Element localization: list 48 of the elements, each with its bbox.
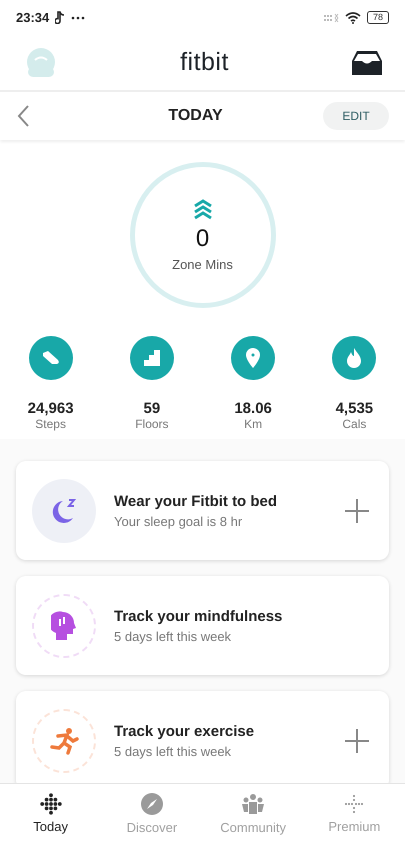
nav-tab[interactable]: Today xyxy=(0,784,102,843)
battery-indicator: 78 xyxy=(366,11,389,24)
stat-value: 59 xyxy=(144,400,160,417)
goal-card[interactable]: Track your mindfulness 5 days left this week xyxy=(16,576,389,675)
stat-label: Km xyxy=(244,417,262,431)
card-title: Track your mindfulness xyxy=(114,608,284,624)
status-time: 23:34 xyxy=(16,10,50,25)
back-chevron-icon[interactable] xyxy=(16,104,30,128)
stat-button[interactable] xyxy=(28,336,73,380)
stat-button[interactable] xyxy=(332,336,376,380)
stat-label: Floors xyxy=(135,417,169,431)
edit-button[interactable]: EDIT xyxy=(323,102,389,130)
card-title: Track your exercise xyxy=(114,722,256,740)
card-subtitle: 5 days left this week xyxy=(114,628,232,644)
goal-card[interactable]: Wear your Fitbit to bed Your sleep goal is 8 hr xyxy=(16,461,389,560)
inbox-icon[interactable] xyxy=(350,50,383,76)
goal-card[interactable]: Track your exercise 5 days left this week xyxy=(16,691,389,783)
stat-button[interactable] xyxy=(231,336,276,380)
dots-logo-icon xyxy=(343,793,366,815)
wifi-icon xyxy=(344,11,361,24)
stat-label: Steps xyxy=(35,417,66,431)
flame-icon xyxy=(345,347,364,369)
card-subtitle: Your sleep goal is 8 hr xyxy=(114,514,244,528)
card-subtitle: 5 days left this week xyxy=(114,744,232,758)
zone-minutes-label: Zone Mins xyxy=(172,256,233,272)
signal-icon xyxy=(322,12,339,22)
dots-logo-icon xyxy=(40,793,62,815)
add-button[interactable] xyxy=(343,726,371,754)
stat-button[interactable] xyxy=(130,336,174,380)
date-title: TODAY xyxy=(168,107,223,125)
location-pin-icon xyxy=(245,347,262,369)
stairs-icon xyxy=(142,348,162,368)
stat-label: Cals xyxy=(342,417,366,431)
more-icon xyxy=(71,16,86,20)
head-icon xyxy=(51,610,77,640)
card-title: Wear your Fitbit to bed xyxy=(114,492,278,510)
people-icon xyxy=(240,792,266,816)
chevrons-up-icon xyxy=(192,198,212,220)
stat-value: 4,535 xyxy=(336,400,374,417)
music-note-icon xyxy=(55,11,66,24)
compass-icon xyxy=(140,792,164,816)
zone-minutes-value: 0 xyxy=(196,224,210,252)
stat-value: 24,963 xyxy=(28,400,74,417)
app-logo: fitbit xyxy=(180,48,229,77)
add-button[interactable] xyxy=(343,496,371,524)
runner-icon xyxy=(49,726,79,756)
zone-minutes-ring[interactable]: 0 Zone Mins xyxy=(130,162,276,308)
stat-value: 18.06 xyxy=(234,400,272,417)
